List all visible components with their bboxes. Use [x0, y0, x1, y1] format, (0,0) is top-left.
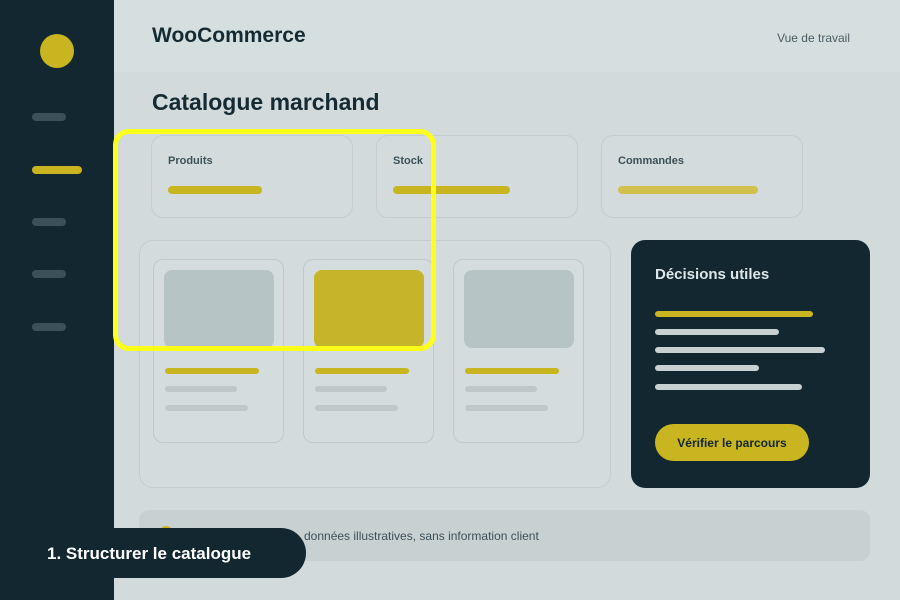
stat-bar-stock [393, 186, 510, 194]
stat-label-products: Produits [168, 155, 213, 167]
product-card-selected[interactable] [303, 259, 434, 443]
avatar[interactable] [40, 34, 74, 68]
product-card[interactable] [453, 259, 584, 443]
sidebar-item-3[interactable] [32, 218, 66, 226]
product-title-line [165, 368, 259, 374]
product-detail-line [465, 386, 537, 392]
sidebar-item-2-active[interactable] [32, 166, 82, 174]
product-title-line [315, 368, 409, 374]
sidebar-item-4[interactable] [32, 270, 66, 278]
stat-label-orders: Commandes [618, 155, 685, 167]
decision-line [655, 365, 759, 371]
decisions-title: Décisions utiles [655, 266, 770, 283]
decisions-panel: Décisions utiles Vérifier le parcours [631, 240, 870, 488]
product-image [464, 270, 574, 348]
main-content: Catalogue marchand Produits Stock Comman… [114, 72, 900, 600]
product-detail-line [315, 386, 387, 392]
sidebar [0, 0, 114, 600]
product-detail-line [465, 405, 548, 411]
sidebar-item-1[interactable] [32, 113, 66, 121]
stat-card-stock[interactable]: Stock [376, 135, 578, 218]
product-image [314, 270, 424, 348]
brand-title: WooCommerce [152, 24, 306, 47]
decision-line [655, 384, 802, 390]
decision-line [655, 311, 813, 317]
decision-line [655, 347, 825, 353]
sidebar-item-5[interactable] [32, 323, 66, 331]
work-view-link[interactable]: Vue de travail [777, 31, 850, 45]
stat-card-products[interactable]: Produits [151, 135, 353, 218]
stat-label-stock: Stock [393, 155, 423, 167]
product-card[interactable] [153, 259, 284, 443]
decision-line [655, 329, 779, 335]
page-title: Catalogue marchand [152, 89, 380, 115]
product-detail-line [165, 405, 248, 411]
stat-card-orders[interactable]: Commandes [601, 135, 803, 218]
stat-bar-products [168, 186, 262, 194]
verify-path-button[interactable]: Vérifier le parcours [655, 424, 809, 461]
product-image [164, 270, 274, 348]
product-detail-line [165, 386, 237, 392]
notice-text: données illustratives, sans information … [304, 529, 539, 543]
products-panel [139, 240, 611, 488]
step-label: 1. Structurer le catalogue [24, 528, 306, 578]
product-detail-line [315, 405, 398, 411]
product-title-line [465, 368, 559, 374]
stat-bar-orders [618, 186, 758, 194]
top-header: WooCommerce Vue de travail [114, 0, 900, 72]
